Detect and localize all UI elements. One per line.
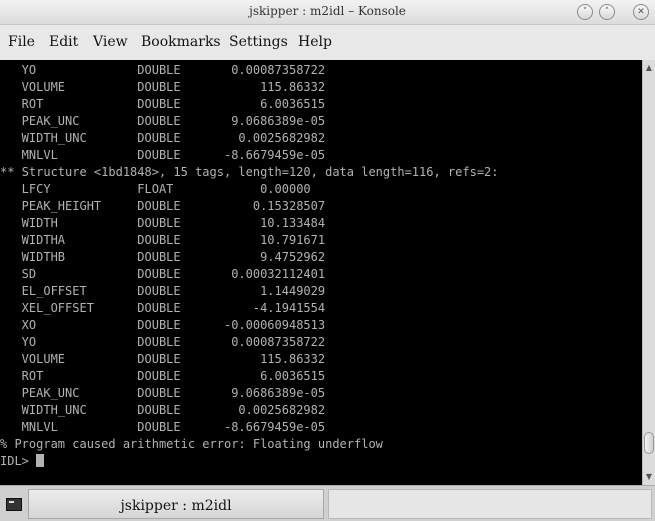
terminal-line: PEAK_UNC DOUBLE 9.0686389e-05 xyxy=(0,114,326,128)
terminal-view[interactable]: YO DOUBLE 0.00087358722 VOLUME DOUBLE 11… xyxy=(0,60,642,485)
menu-help[interactable]: Help xyxy=(298,34,332,50)
idl-prompt: IDL> xyxy=(0,454,37,468)
terminal-line: EL_OFFSET DOUBLE 1.1449029 xyxy=(0,284,326,298)
terminal-line: XO DOUBLE -0.00060948513 xyxy=(0,318,326,332)
terminal-line: WIDTH_UNC DOUBLE 0.0025682982 xyxy=(0,403,326,417)
window-title: jskipper : m2idl – Konsole xyxy=(249,4,406,18)
terminal-line: ** Structure <1bd1848>, 15 tags, length=… xyxy=(0,165,499,179)
maximize-button[interactable]: ˄ xyxy=(599,4,615,20)
scroll-down-icon[interactable]: ▼ xyxy=(644,471,654,483)
terminal-output: YO DOUBLE 0.00087358722 VOLUME DOUBLE 11… xyxy=(0,60,642,470)
text-cursor[interactable] xyxy=(36,454,45,467)
close-button[interactable]: ✕ xyxy=(633,4,649,20)
terminal-line: PEAK_HEIGHT DOUBLE 0.15328507 xyxy=(0,199,326,213)
scroll-up-icon[interactable]: ▲ xyxy=(644,62,654,74)
taskbar: jskipper : m2idl xyxy=(0,485,655,521)
menu-view[interactable]: View xyxy=(93,34,128,50)
terminal-line: ROT DOUBLE 6.0036515 xyxy=(0,97,326,111)
terminal-line: VOLUME DOUBLE 115.86332 xyxy=(0,352,326,366)
menu-bar: File Edit View Bookmarks Settings Help xyxy=(0,25,655,60)
menu-edit[interactable]: Edit xyxy=(49,34,78,50)
terminal-line: MNLVL DOUBLE -8.6679459e-05 xyxy=(0,148,326,162)
terminal-line: WIDTHA DOUBLE 10.791671 xyxy=(0,233,326,247)
taskbar-task-button[interactable]: jskipper : m2idl xyxy=(28,489,324,519)
taskbar-empty-slot xyxy=(328,489,652,519)
terminal-line: YO DOUBLE 0.00087358722 xyxy=(0,63,326,77)
error-line: % Program caused arithmetic error: Float… xyxy=(0,437,383,451)
terminal-line: VOLUME DOUBLE 115.86332 xyxy=(0,80,326,94)
menu-settings[interactable]: Settings xyxy=(229,34,288,50)
terminal-line: WIDTH_UNC DOUBLE 0.0025682982 xyxy=(0,131,326,145)
terminal-line: PEAK_UNC DOUBLE 9.0686389e-05 xyxy=(0,386,326,400)
terminal-line: YO DOUBLE 0.00087358722 xyxy=(0,335,326,349)
terminal-icon[interactable] xyxy=(6,498,22,511)
menu-file[interactable]: File xyxy=(8,34,35,50)
terminal-line: MNLVL DOUBLE -8.6679459e-05 xyxy=(0,420,326,434)
minimize-button[interactable]: ˅ xyxy=(577,4,593,20)
terminal-line: LFCY FLOAT 0.00000 xyxy=(0,182,311,196)
scrollbar-thumb[interactable] xyxy=(644,432,654,454)
menu-bookmarks[interactable]: Bookmarks xyxy=(141,34,221,50)
title-bar[interactable]: jskipper : m2idl – Konsole ˅ ˄ ✕ xyxy=(0,0,655,25)
terminal-line: WIDTH DOUBLE 10.133484 xyxy=(0,216,326,230)
terminal-line: ROT DOUBLE 6.0036515 xyxy=(0,369,326,383)
vertical-scrollbar[interactable]: ▲ ▼ xyxy=(642,60,655,485)
terminal-line: XEL_OFFSET DOUBLE -4.1941554 xyxy=(0,301,326,315)
terminal-line: SD DOUBLE 0.00032112401 xyxy=(0,267,326,281)
terminal-line: WIDTHB DOUBLE 9.4752962 xyxy=(0,250,326,264)
taskbar-task-label: jskipper : m2idl xyxy=(120,498,232,514)
